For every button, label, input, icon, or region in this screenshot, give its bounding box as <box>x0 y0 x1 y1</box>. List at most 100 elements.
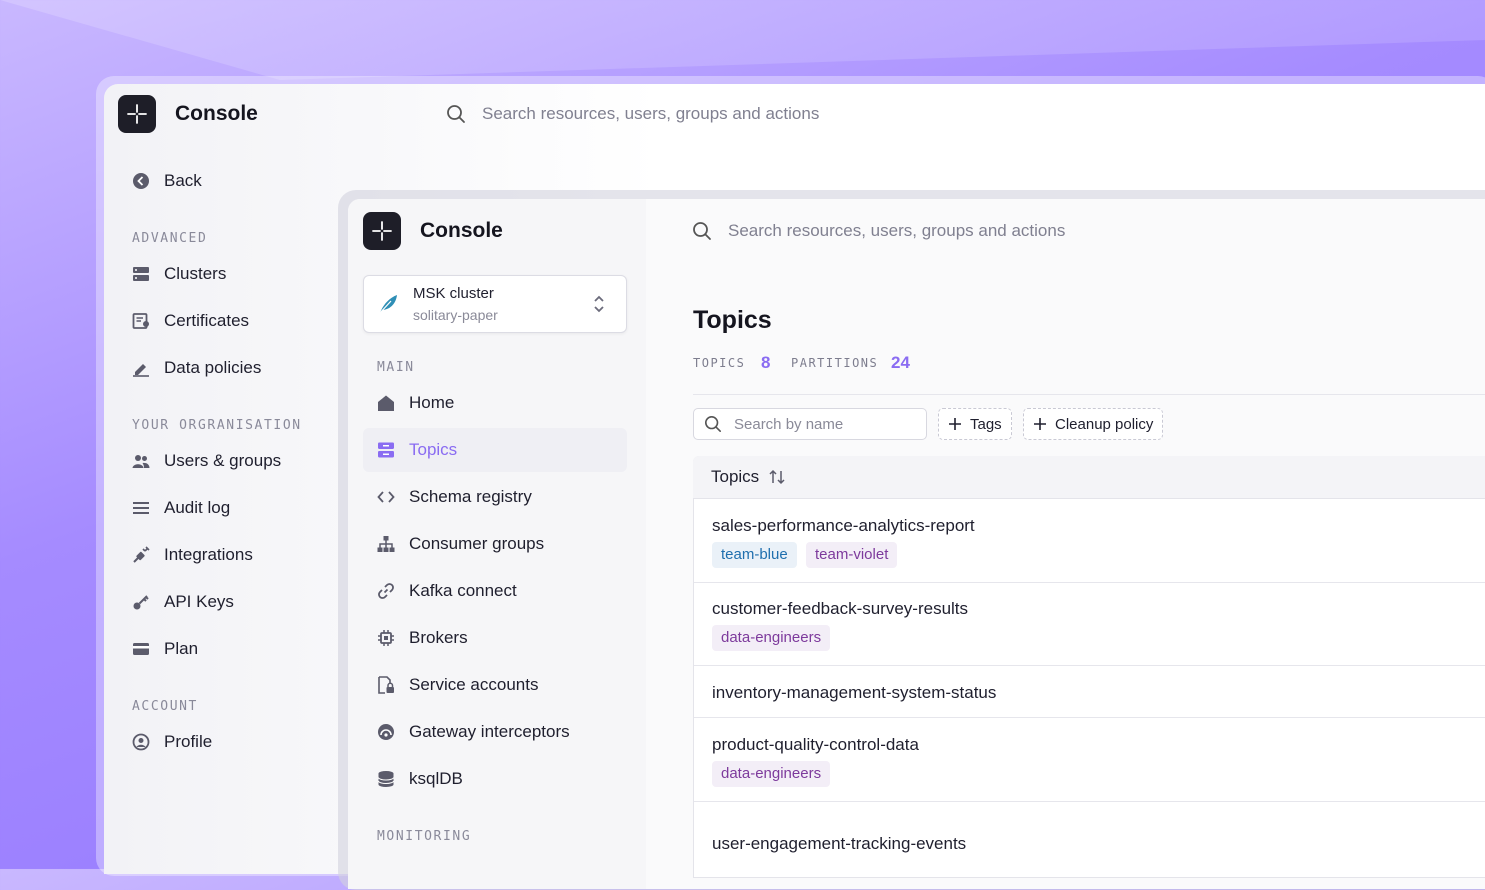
sidebar-item-kafka-connect[interactable]: Kafka connect <box>377 581 517 601</box>
table-row[interactable]: inventory-management-system-status <box>694 666 1485 718</box>
logo-mark-icon <box>127 104 147 124</box>
tag-badge: team-blue <box>712 542 797 568</box>
sidebar-item-home[interactable]: Home <box>377 393 454 413</box>
sidebar-item-profile[interactable]: Profile <box>132 732 212 752</box>
global-search[interactable]: Search resources, users, groups and acti… <box>446 104 819 124</box>
app-title: Console <box>420 219 503 242</box>
sidebar-item-clusters[interactable]: Clusters <box>132 264 226 284</box>
sort-icon[interactable] <box>769 469 785 485</box>
sidebar-item-label: Users & groups <box>164 451 282 470</box>
search-icon <box>693 222 711 240</box>
sidebar-item-service-accounts[interactable]: Service accounts <box>377 675 538 695</box>
cluster-selector[interactable]: MSK cluster solitary-paper <box>363 275 627 333</box>
back-link[interactable]: Back <box>132 171 202 191</box>
file-lock-icon <box>377 676 395 694</box>
cleanup-policy-filter-label: Cleanup policy <box>1055 415 1154 433</box>
sidebar-item-label: Certificates <box>164 311 250 330</box>
partitions-count-value: 24 <box>891 353 910 372</box>
sidebar-item-plan[interactable]: Plan <box>132 639 198 659</box>
app-title: Console <box>175 102 258 125</box>
column-header-topics[interactable]: Topics <box>711 467 759 487</box>
topic-name[interactable]: customer-feedback-survey-results <box>712 599 968 619</box>
sidebar-item-topics[interactable]: Topics <box>377 440 457 460</box>
cluster-id: solitary-paper <box>413 307 498 323</box>
section-advanced: ADVANCED <box>132 231 208 246</box>
topic-search-input[interactable] <box>732 414 916 434</box>
sidebar-item-label: Brokers <box>409 628 468 647</box>
feather-icon <box>379 295 397 314</box>
cluster-name: MSK cluster <box>413 285 494 302</box>
sidebar-item-label: ksqlDB <box>409 769 463 788</box>
code-icon <box>377 488 395 506</box>
server-icon <box>132 265 150 283</box>
search-placeholder: Search resources, users, groups and acti… <box>482 104 820 123</box>
console-logo[interactable] <box>118 95 156 133</box>
user-circle-icon <box>132 733 150 751</box>
table-row[interactable]: sales-performance-analytics-report team-… <box>694 500 1485 583</box>
global-search[interactable]: Search resources, users, groups and acti… <box>692 221 1065 241</box>
sidebar-item-label: Data policies <box>164 358 262 377</box>
topics-count-value: 8 <box>761 353 771 372</box>
section-monitoring: MONITORING <box>377 829 472 844</box>
sidebar-item-audit-log[interactable]: Audit log <box>132 498 230 518</box>
table-row[interactable]: user-engagement-tracking-events <box>694 802 1485 868</box>
topic-search-field[interactable] <box>693 408 927 440</box>
partitions-count-label: PARTITIONS <box>791 356 879 370</box>
sidebar-item-label: Audit log <box>164 498 231 517</box>
tags-filter-label: Tags <box>970 415 1002 433</box>
cleanup-policy-filter-button[interactable]: Cleanup policy <box>1023 408 1164 440</box>
credit-card-icon <box>132 640 150 658</box>
topics-count-label: TOPICS <box>693 356 746 370</box>
hierarchy-icon <box>377 535 395 553</box>
search-placeholder: Search resources, users, groups and acti… <box>728 221 1066 240</box>
sidebar-item-label: Clusters <box>164 264 227 283</box>
sidebar-item-data-policies[interactable]: Data policies <box>132 358 261 378</box>
arrow-left-circle-icon <box>132 172 150 190</box>
section-organisation: YOUR ORGRANISATION <box>132 418 302 433</box>
logo-mark-icon <box>372 221 392 241</box>
sidebar-item-label: Home <box>409 393 455 412</box>
plus-icon <box>949 418 961 430</box>
sidebar-item-label: Plan <box>164 639 199 658</box>
chevron-up-down-icon <box>594 295 604 313</box>
header-divider <box>693 394 1485 395</box>
topics-icon <box>377 441 395 459</box>
sidebar-item-label: Schema registry <box>409 487 532 506</box>
sidebar-item-gateway-interceptors[interactable]: Gateway interceptors <box>377 722 570 742</box>
topic-name[interactable]: inventory-management-system-status <box>712 683 996 703</box>
sidebar-item-api-keys[interactable]: API Keys <box>132 592 234 612</box>
sidebar-item-label: Integrations <box>164 545 253 564</box>
topic-name[interactable]: sales-performance-analytics-report <box>712 516 975 536</box>
sidebar-item-ksqldb[interactable]: ksqlDB <box>377 769 463 789</box>
table-row[interactable]: product-quality-control-data data-engine… <box>694 718 1485 802</box>
sidebar-item-users-groups[interactable]: Users & groups <box>132 451 281 471</box>
plug-icon <box>132 546 150 564</box>
sidebar-item-label: Service accounts <box>409 675 539 694</box>
section-account: ACCOUNT <box>132 699 198 714</box>
console-logo[interactable] <box>363 212 401 250</box>
topic-name[interactable]: product-quality-control-data <box>712 735 919 755</box>
sidebar-item-consumer-groups[interactable]: Consumer groups <box>377 534 544 554</box>
sidebar-item-label: Kafka connect <box>409 581 517 600</box>
sidebar-item-label: Consumer groups <box>409 534 545 553</box>
plus-icon <box>1034 418 1046 430</box>
pen-icon <box>132 359 150 377</box>
tags-filter-button[interactable]: Tags <box>938 408 1012 440</box>
users-icon <box>132 452 150 470</box>
link-icon <box>377 582 395 600</box>
database-icon <box>377 770 395 788</box>
sidebar-item-certificates[interactable]: Certificates <box>132 311 249 331</box>
tag-badge: data-engineers <box>712 761 831 787</box>
sidebar-item-integrations[interactable]: Integrations <box>132 545 253 565</box>
list-icon <box>132 499 150 517</box>
certificate-icon <box>132 312 150 330</box>
sidebar-item-label: API Keys <box>164 592 234 611</box>
sidebar-item-label: Topics <box>409 440 458 459</box>
topic-name[interactable]: user-engagement-tracking-events <box>712 834 966 854</box>
sidebar-item-brokers[interactable]: Brokers <box>377 628 468 648</box>
table-row[interactable]: customer-feedback-survey-results data-en… <box>694 583 1485 666</box>
sidebar-item-schema-registry[interactable]: Schema registry <box>377 487 532 507</box>
tag-badge: data-engineers <box>712 625 831 651</box>
gateway-icon <box>377 723 395 741</box>
table-header: Topics <box>693 456 1485 499</box>
